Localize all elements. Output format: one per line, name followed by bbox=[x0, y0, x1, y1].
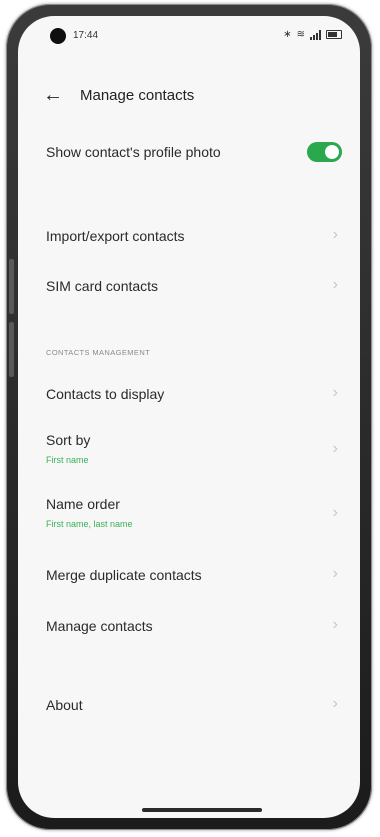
sort-by-value: First name bbox=[46, 455, 89, 465]
chevron-right-icon: › bbox=[332, 440, 338, 457]
page-title: Manage contacts bbox=[80, 87, 195, 104]
status-time: 17:44 bbox=[73, 30, 99, 41]
signal-icon bbox=[310, 29, 321, 40]
chevron-right-icon: › bbox=[332, 616, 338, 633]
power-button bbox=[9, 322, 14, 377]
name-order-value: First name, last name bbox=[46, 519, 133, 529]
profile-photo-toggle[interactable] bbox=[307, 142, 342, 162]
chevron-right-icon: › bbox=[332, 695, 338, 712]
sort-by-item[interactable]: Sort by First name › bbox=[18, 430, 360, 474]
bluetooth-icon: ∗ bbox=[283, 29, 292, 40]
chevron-right-icon: › bbox=[332, 565, 338, 582]
merge-duplicates-label: Merge duplicate contacts bbox=[46, 567, 202, 583]
profile-photo-label: Show contact's profile photo bbox=[46, 144, 221, 160]
section-title: CONTACTS MANAGEMENT bbox=[46, 348, 151, 357]
chevron-right-icon: › bbox=[332, 504, 338, 521]
battery-icon bbox=[326, 30, 342, 39]
merge-duplicates-item[interactable]: Merge duplicate contacts › bbox=[18, 561, 360, 591]
name-order-label: Name order bbox=[46, 496, 120, 512]
toggle-knob bbox=[325, 145, 339, 159]
contacts-to-display-item[interactable]: Contacts to display › bbox=[18, 380, 360, 410]
home-indicator[interactable] bbox=[142, 808, 262, 812]
name-order-item[interactable]: Name order First name, last name › bbox=[18, 494, 360, 538]
manage-contacts-item[interactable]: Manage contacts › bbox=[18, 612, 360, 642]
status-bar: 17:44 ∗ ≋ bbox=[18, 16, 360, 56]
screen: 17:44 ∗ ≋ ← Manage contacts Show contact… bbox=[18, 16, 360, 818]
status-icons: ∗ ≋ bbox=[283, 29, 342, 40]
chevron-right-icon: › bbox=[332, 384, 338, 401]
chevron-right-icon: › bbox=[332, 226, 338, 243]
wifi-icon: ≋ bbox=[296, 29, 305, 40]
front-camera bbox=[50, 28, 66, 44]
arrow-left-icon[interactable]: ← bbox=[43, 84, 63, 106]
contacts-to-display-label: Contacts to display bbox=[46, 386, 165, 402]
volume-button bbox=[9, 259, 14, 314]
about-item[interactable]: About › bbox=[18, 691, 360, 721]
import-export-label: Import/export contacts bbox=[46, 228, 185, 244]
sort-by-label: Sort by bbox=[46, 432, 91, 448]
manage-contacts-label: Manage contacts bbox=[46, 618, 153, 634]
about-label: About bbox=[46, 697, 83, 713]
import-export-item[interactable]: Import/export contacts › bbox=[18, 222, 360, 252]
sim-contacts-item[interactable]: SIM card contacts › bbox=[18, 272, 360, 302]
chevron-right-icon: › bbox=[332, 276, 338, 293]
phone-frame: 17:44 ∗ ≋ ← Manage contacts Show contact… bbox=[6, 4, 372, 830]
app-header: ← Manage contacts bbox=[18, 84, 360, 114]
sim-contacts-label: SIM card contacts bbox=[46, 278, 159, 294]
